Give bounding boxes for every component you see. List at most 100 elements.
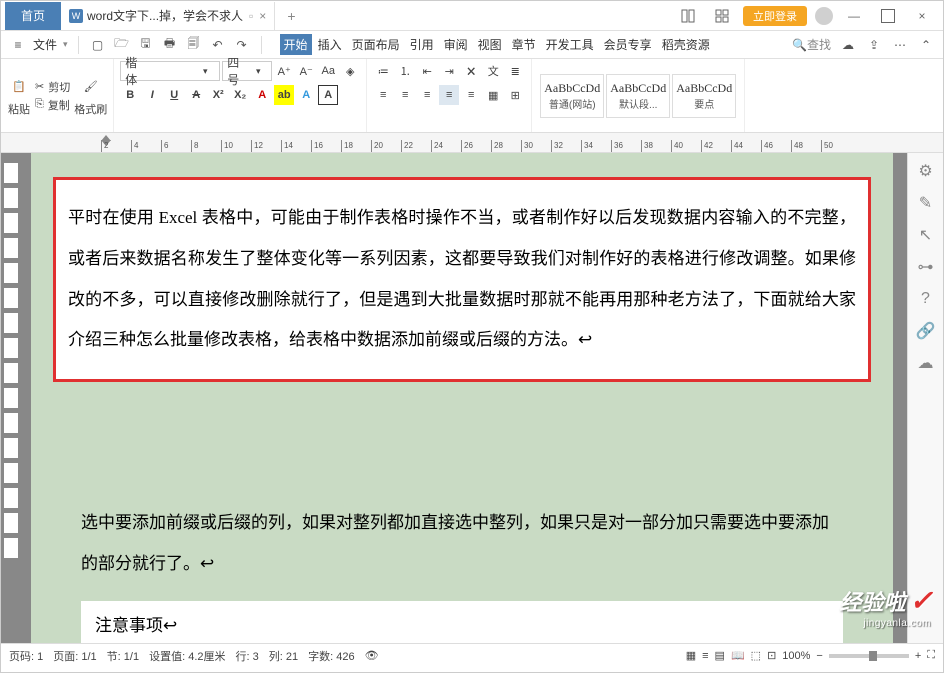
thumb-13[interactable] [3, 462, 19, 484]
view-mode5-icon[interactable]: ⬚ [751, 649, 761, 662]
distribute-icon[interactable]: ≡ [461, 85, 481, 105]
thumb-11[interactable] [3, 412, 19, 434]
text-direction-icon[interactable]: 文 [483, 61, 503, 81]
file-menu[interactable]: 文件 [33, 36, 57, 53]
search-box[interactable]: 🔍 查找 [792, 36, 831, 53]
tab-menu-icon[interactable]: ▫ [249, 9, 253, 23]
side-help-icon[interactable]: ? [916, 289, 936, 309]
status-pages[interactable]: 页面: 1/1 [53, 648, 96, 664]
side-settings-icon[interactable]: ⚙ [916, 161, 936, 181]
justify-icon[interactable]: ≡ [439, 85, 459, 105]
grow-font-icon[interactable]: A⁺ [274, 61, 294, 81]
line-spacing-icon[interactable]: ≣ [505, 61, 525, 81]
thumb-9[interactable] [3, 362, 19, 384]
grid-icon[interactable] [709, 6, 735, 26]
ruler[interactable]: 2468101214161820222426283032343638404244… [1, 133, 943, 153]
page-canvas[interactable]: 平时在使用 Excel 表格中，可能由于制作表格时操作不当，或者制作好以后发现数… [31, 153, 893, 643]
style-key[interactable]: AaBbCcDd 要点 [672, 74, 736, 118]
underline-icon[interactable]: U [164, 85, 184, 105]
thumb-4[interactable] [3, 237, 19, 259]
tab-page-layout[interactable]: 页面布局 [348, 34, 404, 55]
shrink-font-icon[interactable]: A⁻ [296, 61, 316, 81]
tab-review[interactable]: 审阅 [440, 34, 472, 55]
format-painter-button[interactable]: 🖌 格式刷 [74, 75, 107, 117]
thumb-7[interactable] [3, 312, 19, 334]
share-icon[interactable]: ⇪ [865, 36, 883, 54]
font-color-icon[interactable]: A [252, 85, 272, 105]
more-icon[interactable]: ⋯ [891, 36, 909, 54]
fullscreen-icon[interactable]: ⛶ [927, 649, 935, 662]
new-tab-button[interactable]: + [275, 8, 307, 24]
zoom-in-icon[interactable]: + [915, 650, 921, 662]
tab-start[interactable]: 开始 [280, 34, 312, 55]
thumb-8[interactable] [3, 337, 19, 359]
new-doc-icon[interactable]: ▢ [89, 36, 107, 54]
tab-member[interactable]: 会员专享 [600, 34, 656, 55]
cloud-icon[interactable]: ☁ [839, 36, 857, 54]
side-adjust-icon[interactable]: ⊶ [916, 257, 936, 277]
borders-icon[interactable]: ⊞ [505, 85, 525, 105]
paste-button[interactable]: 📋 粘贴 [7, 75, 31, 117]
status-page-num[interactable]: 页码: 1 [9, 648, 43, 664]
collapse-ribbon-icon[interactable]: ⌃ [917, 36, 935, 54]
paragraph-3-box[interactable]: 注意事项↩ [81, 601, 843, 643]
tab-section[interactable]: 章节 [508, 34, 540, 55]
home-tab[interactable]: 首页 [5, 2, 61, 30]
login-button[interactable]: 立即登录 [743, 6, 807, 26]
tab-insert[interactable]: 插入 [314, 34, 346, 55]
thumb-3[interactable] [3, 212, 19, 234]
highlighted-paragraph[interactable]: 平时在使用 Excel 表格中，可能由于制作表格时操作不当，或者制作好以后发现数… [53, 177, 871, 382]
fit-icon[interactable]: ⊡ [767, 649, 776, 662]
close-button[interactable]: × [909, 6, 935, 26]
side-link-icon[interactable]: 🔗 [916, 321, 936, 341]
thumb-6[interactable] [3, 287, 19, 309]
thumb-15[interactable] [3, 512, 19, 534]
avatar-icon[interactable] [815, 7, 833, 25]
indent-dec-icon[interactable]: ⇤ [417, 61, 437, 81]
tab-reference[interactable]: 引用 [406, 34, 438, 55]
view-eye-icon[interactable]: 👁 [365, 649, 379, 662]
superscript-icon[interactable]: X² [208, 85, 228, 105]
thumb-16[interactable] [3, 537, 19, 559]
style-normal[interactable]: AaBbCcDd 普通(网站) [540, 74, 604, 118]
tab-devtools[interactable]: 开发工具 [542, 34, 598, 55]
menu-icon[interactable]: ≡ [9, 36, 27, 54]
clear-format-icon[interactable]: ◈ [340, 61, 360, 81]
align-left-icon[interactable]: ≡ [373, 85, 393, 105]
thumb-2[interactable] [3, 187, 19, 209]
layout-icon[interactable] [675, 6, 701, 26]
zoom-slider[interactable] [829, 654, 909, 658]
status-section[interactable]: 节: 1/1 [107, 648, 139, 664]
zoom-out-icon[interactable]: − [816, 650, 822, 662]
thumb-1[interactable] [3, 162, 19, 184]
style-default[interactable]: AaBbCcDd 默认段... [606, 74, 670, 118]
status-col[interactable]: 列: 21 [269, 648, 298, 664]
thumb-10[interactable] [3, 387, 19, 409]
view-mode3-icon[interactable]: ▤ [715, 649, 725, 662]
view-mode4-icon[interactable]: 📖 [731, 649, 745, 662]
status-row[interactable]: 行: 3 [236, 648, 259, 664]
tab-docer[interactable]: 稻壳资源 [658, 34, 714, 55]
bold-icon[interactable]: B [120, 85, 140, 105]
char-border-icon[interactable]: A [318, 85, 338, 105]
side-cloud-icon[interactable]: ☁ [916, 353, 936, 373]
document-tab[interactable]: W word文字下...掉，学会不求人 ▫ × [61, 2, 275, 30]
font-name-select[interactable]: 楷体▾ [120, 61, 220, 81]
open-icon[interactable]: 🗁 [113, 36, 131, 54]
indent-inc-icon[interactable]: ⇥ [439, 61, 459, 81]
print-icon[interactable]: 🖶 [161, 36, 179, 54]
numbering-icon[interactable]: ⒈ [395, 61, 415, 81]
maximize-button[interactable] [875, 6, 901, 26]
sort-icon[interactable]: 🗙 [461, 61, 481, 81]
side-edit-icon[interactable]: ✎ [916, 193, 936, 213]
align-right-icon[interactable]: ≡ [417, 85, 437, 105]
subscript-icon[interactable]: X₂ [230, 85, 250, 105]
close-tab-icon[interactable]: × [259, 9, 266, 23]
thumb-12[interactable] [3, 437, 19, 459]
font-size-select[interactable]: 四号▾ [222, 61, 272, 81]
view-mode1-icon[interactable]: ▦ [686, 649, 696, 662]
side-select-icon[interactable]: ↖ [916, 225, 936, 245]
undo-icon[interactable]: ↶ [209, 36, 227, 54]
shading-icon[interactable]: ▦ [483, 85, 503, 105]
view-mode2-icon[interactable]: ≡ [702, 650, 708, 662]
